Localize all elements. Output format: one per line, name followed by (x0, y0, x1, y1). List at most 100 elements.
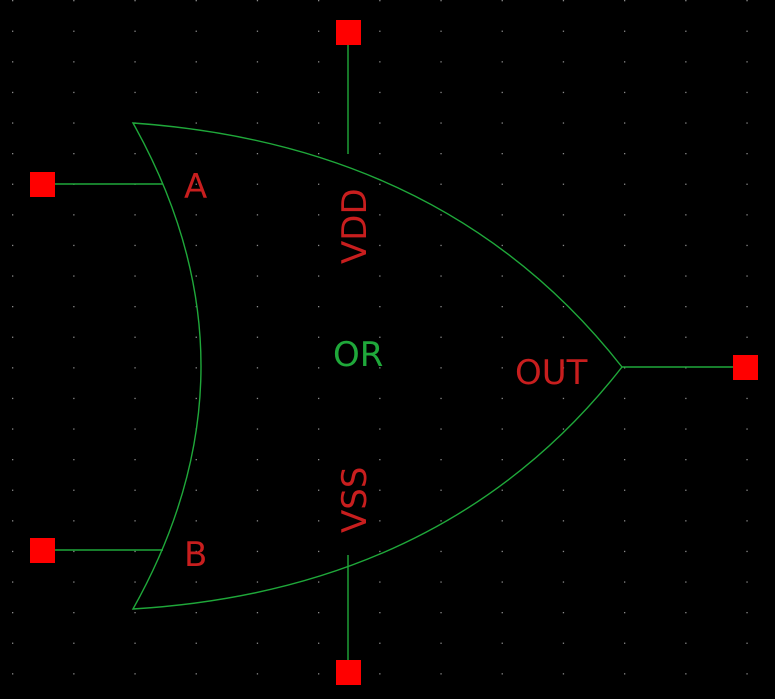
grid-dot (562, 336, 565, 338)
grid-dot (562, 183, 565, 185)
grid-dot (134, 61, 136, 63)
grid-dot (562, 520, 565, 522)
grid-dot (562, 673, 565, 675)
grid-dot (379, 214, 381, 216)
grid-dot (501, 214, 503, 216)
grid-dot (318, 428, 320, 430)
grid-dot (195, 275, 197, 277)
grid-dot (624, 0, 626, 2)
grid-dot (501, 428, 503, 430)
grid-dot (134, 214, 136, 216)
grid-dot (195, 244, 197, 247)
grid-dot (256, 306, 259, 308)
grid-dot (73, 214, 75, 216)
grid-dot (318, 183, 320, 185)
grid-dot (440, 0, 442, 2)
grid-dot (440, 214, 442, 216)
grid-dot (440, 30, 442, 32)
pin-square-vdd[interactable] (336, 20, 361, 45)
grid-dot (624, 550, 626, 553)
grid-dot (624, 91, 626, 94)
grid-dot (12, 0, 14, 2)
grid-dot (256, 367, 259, 369)
grid-dot (12, 459, 14, 461)
grid-dot (562, 550, 565, 553)
grid-dot (440, 459, 442, 461)
grid-dot (318, 214, 320, 216)
grid-dot (501, 489, 503, 491)
grid-dot (195, 30, 197, 32)
grid-dot (501, 612, 503, 614)
grid-dot (379, 244, 381, 247)
pin-square-out[interactable] (733, 355, 758, 380)
grid-dot (379, 183, 381, 185)
grid-dot (501, 275, 503, 277)
grid-dot (440, 183, 442, 185)
grid-dot (685, 244, 687, 247)
grid-dot (195, 61, 197, 63)
grid-dot (746, 122, 748, 124)
pin-label-vdd: VDD (335, 188, 375, 264)
grid-dot (73, 459, 75, 461)
grid-dot (256, 489, 259, 491)
grid-dot (73, 581, 75, 583)
grid-dot (379, 489, 381, 491)
grid-dot (501, 183, 503, 185)
grid-dot (195, 673, 197, 675)
grid-dot (440, 581, 442, 583)
grid-dot (562, 275, 565, 277)
grid-dot (746, 336, 748, 338)
grid-dot (134, 397, 136, 400)
grid-dot (746, 30, 748, 32)
pin-label-b: B (184, 535, 207, 575)
grid-dot (440, 397, 442, 400)
grid-dot (685, 489, 687, 491)
grid-dot (440, 306, 442, 308)
grid-dot (256, 673, 259, 675)
grid-dot (685, 61, 687, 63)
grid-dot (624, 275, 626, 277)
grid-dot (562, 428, 565, 430)
grid-dot (256, 612, 259, 614)
pin-square-vss[interactable] (336, 660, 361, 685)
schematic-canvas[interactable]: A B OUT VDD VSS OR (0, 0, 775, 694)
grid-dot (501, 459, 503, 461)
grid-dot (440, 275, 442, 277)
grid-dot (12, 91, 14, 94)
grid-dot (134, 0, 136, 2)
grid-dot (12, 61, 14, 63)
grid-dot (318, 153, 320, 155)
pin-square-b[interactable] (30, 538, 55, 563)
grid-dot (746, 581, 748, 583)
pin-square-a[interactable] (30, 172, 55, 197)
grid-dot (195, 397, 197, 400)
grid-dot (134, 153, 136, 155)
grid-dot (195, 336, 197, 338)
grid-dot (73, 673, 75, 675)
grid-dot (562, 91, 565, 94)
grid-dot (624, 581, 626, 583)
grid-dot (685, 520, 687, 522)
grid-dot (12, 336, 14, 338)
grid-dot (73, 153, 75, 155)
grid-dot (73, 642, 75, 644)
grid-dot (746, 428, 748, 430)
grid-dot (501, 91, 503, 94)
grid-dot (12, 673, 14, 675)
grid-dot (685, 306, 687, 308)
grid-dot (379, 397, 381, 400)
grid-dot (256, 91, 259, 94)
grid-dot (624, 459, 626, 461)
grid-dot (12, 550, 14, 553)
grid-dot (562, 642, 565, 644)
grid-dot (318, 642, 320, 644)
grid-dot (501, 122, 503, 124)
grid-dot (501, 550, 503, 553)
grid-dot (256, 336, 259, 338)
grid-dot (134, 520, 136, 522)
grid-dot (562, 153, 565, 155)
grid-dot (73, 91, 75, 94)
grid-dot (440, 489, 442, 491)
grid-dot (134, 428, 136, 430)
grid-dot (562, 459, 565, 461)
